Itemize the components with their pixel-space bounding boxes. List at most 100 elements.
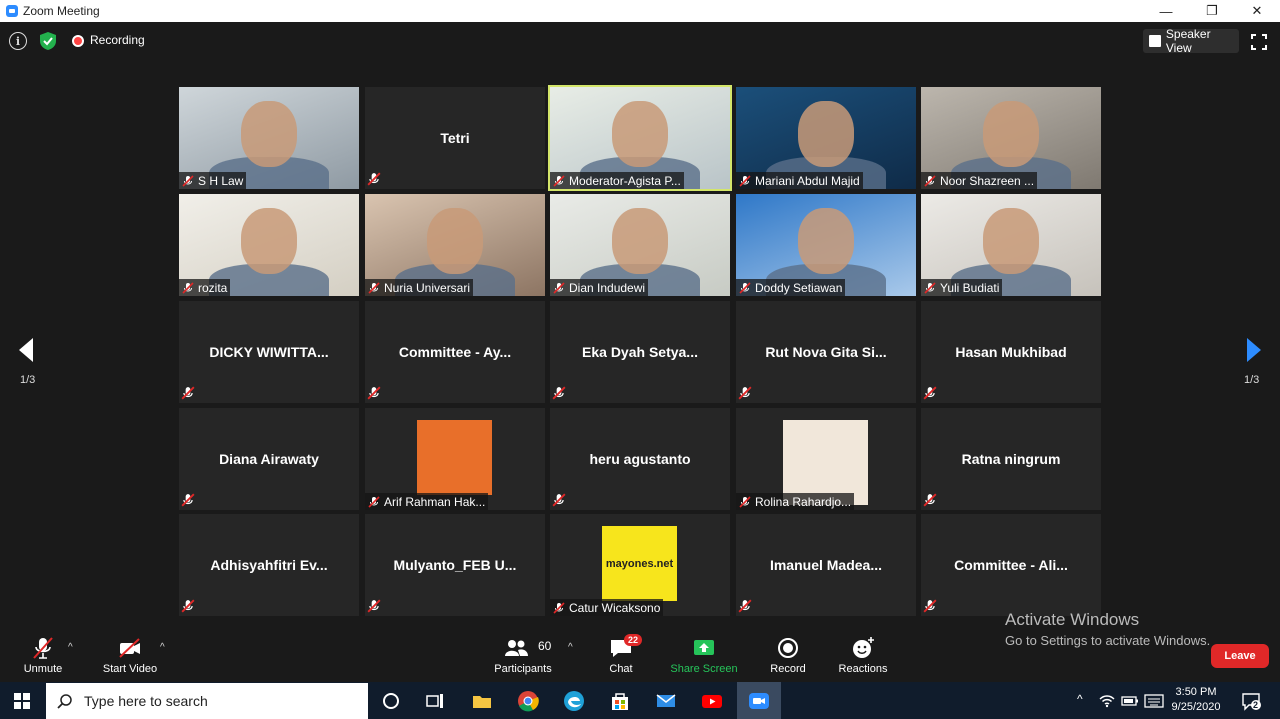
participant-tile[interactable]: Noor Shazreen ... [921, 87, 1101, 189]
participant-name-tag: Mariani Abdul Majid [736, 172, 863, 189]
record-icon [778, 638, 798, 658]
taskbar-clock[interactable]: 3:50 PM 9/25/2020 [1166, 685, 1226, 715]
participant-display-name: Mulyanto_FEB U... [393, 557, 517, 573]
record-button[interactable]: Record [767, 628, 809, 682]
previous-page-arrow-icon[interactable] [17, 337, 35, 363]
participant-tile[interactable]: S H Law [179, 87, 359, 189]
participant-tile[interactable]: Rolina Rahardjo... [736, 408, 916, 510]
participants-options-caret[interactable]: ^ [568, 642, 573, 653]
participant-tile[interactable]: Committee - Ay... [365, 301, 545, 403]
shield-icon[interactable] [38, 31, 58, 51]
chat-label: Chat [609, 663, 633, 675]
fullscreen-icon[interactable] [1251, 34, 1267, 50]
info-icon[interactable]: i [9, 32, 27, 50]
microphone-muted-icon [924, 174, 936, 187]
participant-tile[interactable]: Arif Rahman Hak... [365, 408, 545, 510]
microphone-muted-icon [739, 174, 751, 187]
microphone-muted-icon [182, 281, 194, 294]
mail-icon[interactable] [655, 690, 677, 712]
store-icon[interactable] [609, 690, 631, 712]
reactions-button[interactable]: Reactions [836, 628, 890, 682]
microphone-muted-icon [367, 599, 381, 613]
microphone-muted-icon [553, 174, 565, 187]
wifi-icon[interactable] [1099, 693, 1115, 709]
activate-windows-watermark: Activate Windows Go to Settings to activ… [1005, 610, 1210, 648]
participant-tile[interactable]: Doddy Setiawan [736, 194, 916, 296]
leave-button[interactable]: Leave [1211, 644, 1269, 668]
minimize-button[interactable]: — [1143, 0, 1189, 22]
edge-icon[interactable] [563, 690, 585, 712]
participant-silhouette [798, 208, 854, 274]
microphone-muted-icon [368, 495, 380, 508]
video-options-caret[interactable]: ^ [160, 642, 165, 653]
chrome-icon[interactable] [517, 690, 539, 712]
participant-name-label: Mariani Abdul Majid [755, 173, 860, 188]
microphone-muted-icon [181, 493, 195, 507]
participant-tile[interactable]: Mariani Abdul Majid [736, 87, 916, 189]
unmute-button[interactable]: Unmute [18, 628, 68, 682]
reactions-smiley-icon [853, 637, 874, 658]
participant-profile-picture: mayones.net [602, 526, 677, 601]
maximize-button[interactable]: ❐ [1189, 0, 1235, 22]
participant-name-tag: Arif Rahman Hak... [365, 493, 489, 510]
close-button[interactable]: ✕ [1234, 0, 1280, 22]
tray-overflow-caret[interactable]: ^ [1077, 692, 1083, 706]
participant-tile[interactable]: Rut Nova Gita Si... [736, 301, 916, 403]
cortana-icon[interactable] [380, 690, 402, 712]
participant-tile[interactable]: Dian Indudewi [550, 194, 730, 296]
participant-tile[interactable]: Imanuel Madea... [736, 514, 916, 616]
participant-tile[interactable]: Ratna ningrum [921, 408, 1101, 510]
record-label: Record [770, 663, 806, 675]
participant-name-tag: Noor Shazreen ... [921, 172, 1038, 189]
participant-tile[interactable]: heru agustanto [550, 408, 730, 510]
chat-unread-badge: 22 [624, 634, 643, 646]
microphone-muted-icon [33, 637, 53, 659]
zoom-app-icon [6, 5, 18, 17]
participant-tile[interactable]: Diana Airawaty [179, 408, 359, 510]
youtube-icon[interactable] [701, 690, 723, 712]
participant-display-name: Rut Nova Gita Si... [765, 344, 887, 360]
participant-name-tag: S H Law [179, 172, 247, 189]
participant-tile[interactable]: Adhisyahfitri Ev... [179, 514, 359, 616]
participant-tile[interactable]: Moderator-Agista P... [550, 87, 730, 189]
keyboard-icon[interactable] [1144, 694, 1164, 708]
participant-tile[interactable]: Eka Dyah Setya... [550, 301, 730, 403]
participant-name-tag: Dian Indudewi [550, 279, 649, 296]
profile-picture-text: mayones.net [605, 557, 674, 570]
windows-taskbar: Type here to search ^ 3:50 PM 9/25/2020 … [0, 682, 1280, 719]
participant-tile[interactable]: Tetri [365, 87, 545, 189]
battery-icon[interactable] [1121, 694, 1139, 708]
reactions-label: Reactions [838, 663, 888, 675]
file-explorer-icon[interactable] [471, 690, 493, 712]
taskbar-search-box[interactable]: Type here to search [46, 683, 368, 719]
participant-tile[interactable]: rozita [179, 194, 359, 296]
participant-tile[interactable]: DICKY WIWITTA... [179, 301, 359, 403]
participant-tile[interactable]: mayones.net Catur Wicaksono [550, 514, 730, 616]
microphone-muted-icon [181, 599, 195, 613]
page-indicator-right: 1/3 [1244, 374, 1260, 386]
window-title: Zoom Meeting [23, 4, 100, 18]
start-video-label: Start Video [102, 663, 158, 675]
microphone-muted-icon [367, 386, 381, 400]
participant-name-label: Catur Wicaksono [569, 600, 661, 615]
participant-tile[interactable]: Nuria Universari [365, 194, 545, 296]
participants-button[interactable]: Participants [493, 628, 553, 682]
next-page-arrow-icon[interactable] [1245, 337, 1263, 363]
participant-tile[interactable]: Mulyanto_FEB U... [365, 514, 545, 616]
speaker-view-button[interactable]: Speaker View [1143, 27, 1239, 55]
participant-tile[interactable]: Yuli Budiati [921, 194, 1101, 296]
participant-tile[interactable]: Committee - Ali... [921, 514, 1101, 616]
participant-display-name: Committee - Ay... [398, 344, 512, 360]
start-video-button[interactable]: Start Video [100, 628, 160, 682]
audio-options-caret[interactable]: ^ [68, 642, 73, 653]
zoom-taskbar-button[interactable] [737, 682, 781, 719]
share-screen-button[interactable]: Share Screen [668, 628, 740, 682]
task-view-icon[interactable] [424, 690, 446, 712]
participant-display-name: Hasan Mukhibad [955, 344, 1067, 360]
participant-silhouette [612, 101, 668, 167]
participant-tile[interactable]: Hasan Mukhibad [921, 301, 1101, 403]
share-screen-label: Share Screen [670, 663, 738, 675]
windows-start-icon[interactable] [14, 693, 30, 709]
microphone-muted-icon [182, 174, 194, 187]
microphone-muted-icon [738, 599, 752, 613]
